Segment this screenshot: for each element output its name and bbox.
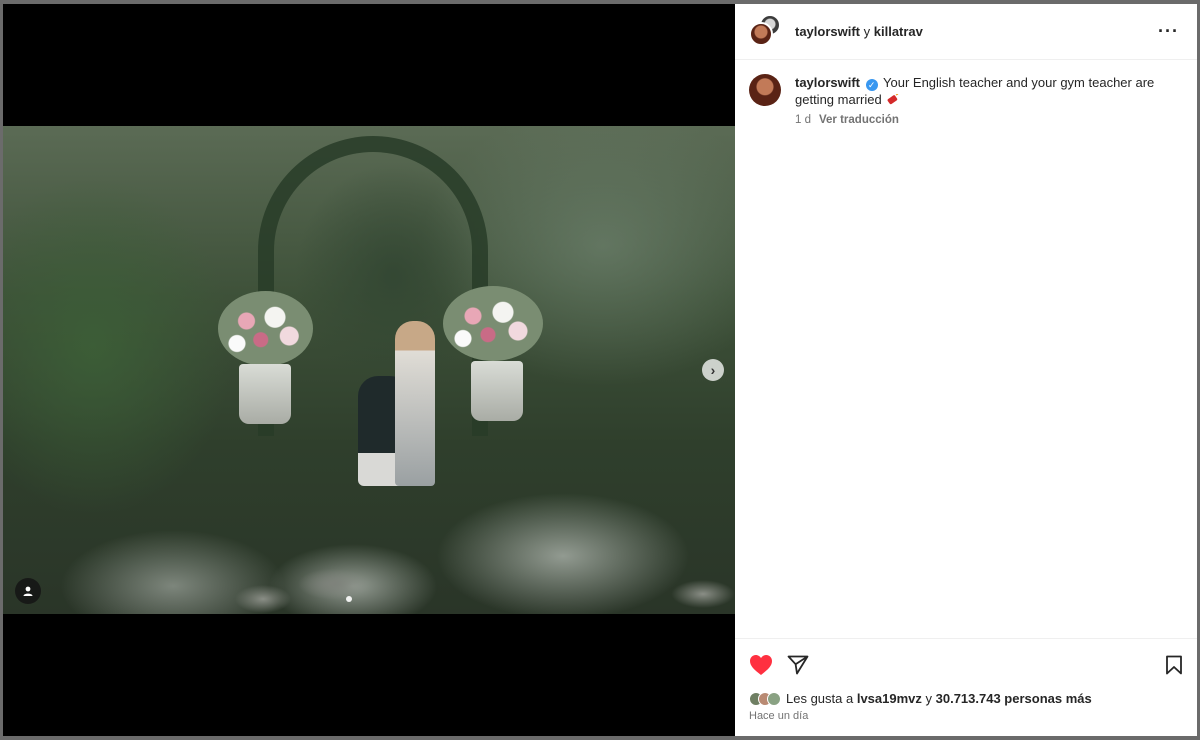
next-image-button[interactable]: ›	[702, 359, 724, 381]
firecracker-emoji-icon	[887, 94, 899, 105]
caption-username[interactable]: taylorswift	[795, 75, 860, 90]
caption-avatar[interactable]	[749, 74, 781, 106]
likes-count[interactable]: 30.713.743 personas más	[936, 691, 1092, 706]
user-icon	[23, 586, 33, 596]
header-title: taylorswift y killatrav	[795, 24, 923, 39]
caption-text: taylorswift ✓ Your English teacher and y…	[795, 74, 1185, 108]
likes-first-user[interactable]: lvsa19mvz	[857, 691, 922, 706]
likes-text: Les gusta a lvsa19mvz y 30.713.743 perso…	[786, 691, 1092, 706]
action-icons	[749, 651, 1183, 679]
bookmark-icon[interactable]	[1165, 655, 1183, 675]
post-header: taylorswift y killatrav ···	[735, 4, 1197, 60]
side-panel: taylorswift y killatrav ··· taylorswift …	[735, 4, 1197, 736]
avatar-taylorswift[interactable]	[749, 21, 773, 46]
actions-bar: Les gusta a lvsa19mvz y 30.713.743 perso…	[735, 638, 1197, 722]
header-user2[interactable]: killatrav	[874, 24, 923, 39]
post-timestamp[interactable]: Hace un día	[749, 710, 1183, 722]
caption: taylorswift ✓ Your English teacher and y…	[735, 60, 1197, 126]
likes-summary: Les gusta a lvsa19mvz y 30.713.743 perso…	[749, 691, 1183, 706]
bouquet-right	[443, 286, 543, 361]
tagged-users-button[interactable]	[15, 578, 41, 604]
carousel-dot-active	[346, 596, 352, 602]
caption-content: taylorswift ✓ Your English teacher and y…	[795, 74, 1185, 126]
bouquet-left	[218, 291, 313, 366]
header-user1[interactable]: taylorswift	[795, 24, 860, 39]
caption-meta: 1 d Ver traducción	[795, 114, 1185, 126]
liker-avatar-3	[767, 691, 781, 706]
chevron-right-icon: ›	[710, 362, 716, 378]
send-icon[interactable]	[787, 655, 809, 675]
urn-left	[239, 364, 291, 424]
heart-filled-icon[interactable]	[749, 654, 773, 676]
verified-badge-icon: ✓	[865, 79, 878, 91]
collab-avatars[interactable]	[749, 13, 781, 48]
header-connector: y	[860, 24, 874, 39]
media-area: ›	[3, 4, 735, 736]
urn-right	[471, 361, 523, 421]
more-horizontal-icon[interactable]: ···	[1154, 21, 1183, 42]
likes-connector: y	[921, 691, 936, 706]
post-photo	[3, 126, 735, 614]
post-modal: › taylorswift y killatrav ··· taylorswif…	[3, 4, 1197, 736]
caption-time[interactable]: 1 d	[795, 114, 811, 126]
garden-rocks	[3, 544, 735, 614]
person-standing	[395, 321, 435, 486]
likes-prefix: Les gusta a	[786, 691, 857, 706]
see-translation-link[interactable]: Ver traducción	[819, 114, 899, 126]
